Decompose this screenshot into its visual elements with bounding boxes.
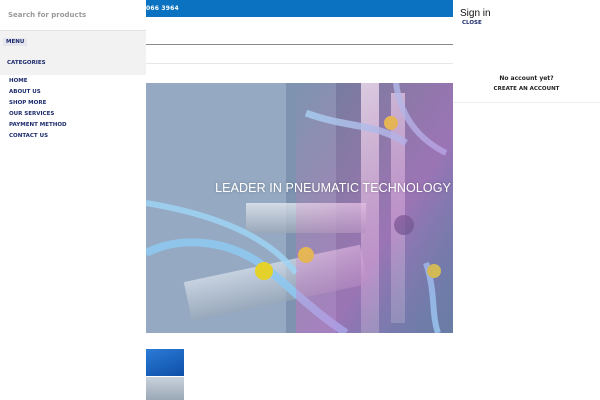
no-account-text: No account yet? <box>499 75 554 82</box>
create-account-link[interactable]: CREATE AN ACCOUNT <box>453 86 600 92</box>
product-thumbnail[interactable] <box>146 377 184 400</box>
hero-banner: LEADER IN PNEUMATIC TECHNOLOGY <box>146 83 453 333</box>
phone-number[interactable]: 066 3964 <box>146 5 179 12</box>
nav-item-payment-method[interactable]: PAYMENT METHOD <box>9 120 67 131</box>
nav-item-our-services[interactable]: OUR SERVICES <box>9 109 67 120</box>
nav-item-home[interactable]: HOME <box>9 76 67 87</box>
main-nav: HOME ABOUT US SHOP MORE OUR SERVICES PAY… <box>9 76 67 142</box>
tab-categories[interactable]: CATEGORIES <box>7 60 46 66</box>
account-drawer: Sign in CLOSE No account yet? CREATE AN … <box>453 0 600 400</box>
hero-machinery-image <box>146 83 453 333</box>
header-divider <box>146 44 453 45</box>
nav-item-about-us[interactable]: ABOUT US <box>9 87 67 98</box>
mobile-menu-drawer: MENU CATEGORIES HOME ABOUT US SHOP MORE … <box>0 0 146 400</box>
nav-item-shop-more[interactable]: SHOP MORE <box>9 98 67 109</box>
close-button[interactable]: CLOSE <box>462 20 482 26</box>
tab-menu[interactable]: MENU <box>3 38 28 46</box>
search-bar <box>0 0 146 30</box>
menu-tabs-panel: MENU CATEGORIES <box>0 30 146 75</box>
account-divider <box>453 102 600 103</box>
product-thumbnail[interactable] <box>146 349 184 376</box>
search-input[interactable] <box>8 8 138 22</box>
header-divider-light <box>146 63 453 64</box>
hero-title: LEADER IN PNEUMATIC TECHNOLOGY <box>215 181 451 195</box>
signin-title: Sign in <box>460 8 491 19</box>
nav-item-contact-us[interactable]: CONTACT US <box>9 131 67 142</box>
